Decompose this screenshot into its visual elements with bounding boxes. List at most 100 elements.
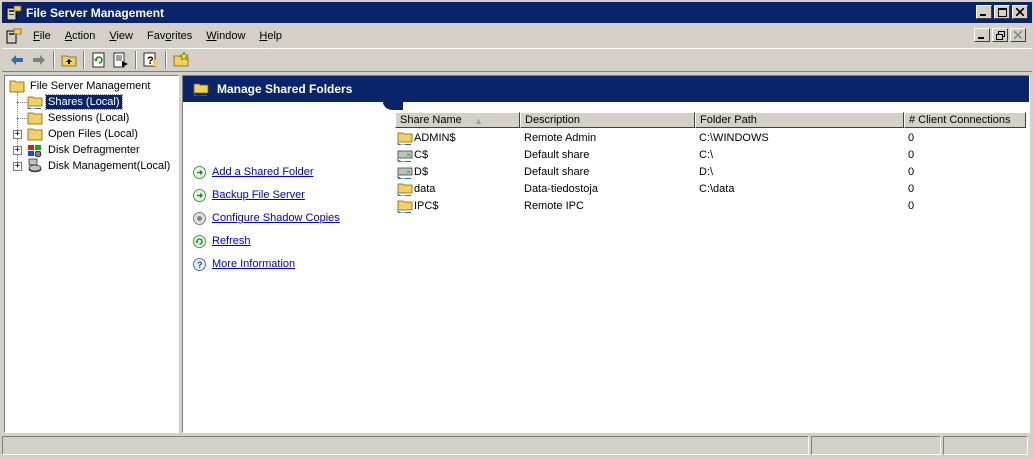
refresh-button[interactable] xyxy=(88,50,110,70)
task-link[interactable]: Refresh xyxy=(212,235,251,247)
child-restore-button[interactable] xyxy=(992,28,1008,42)
menu-view[interactable]: View xyxy=(102,30,140,42)
new-window-button[interactable] xyxy=(170,50,192,70)
shared-folder-icon xyxy=(397,200,413,213)
table-row[interactable]: data Data-tiedostoja C:\data 0 xyxy=(395,180,1026,197)
shared-drive-icon xyxy=(397,167,413,179)
task-backup-file-server[interactable]: Backup File Server xyxy=(193,187,305,203)
toolbar-separator xyxy=(135,51,137,69)
tree-item-sessions[interactable]: Sessions (Local) xyxy=(27,110,131,126)
toolbar-separator xyxy=(83,51,85,69)
column-header-description[interactable]: Description xyxy=(520,112,695,128)
minimize-button[interactable] xyxy=(976,5,992,19)
expand-disk-defragmenter[interactable]: + xyxy=(13,146,22,155)
cell-description: Default share xyxy=(524,148,590,161)
task-add-shared-folder[interactable]: Add a Shared Folder xyxy=(193,164,314,180)
column-headers: Share Name ▲ Description Folder Path # C… xyxy=(395,112,1026,128)
up-one-level-button[interactable] xyxy=(58,50,80,70)
cell-description: Remote Admin xyxy=(524,131,597,144)
cell-description: Data-tiedostoja xyxy=(524,182,598,195)
help-button[interactable]: ? xyxy=(140,50,162,70)
help-icon: ? xyxy=(193,257,206,271)
column-header-client-connections[interactable]: # Client Connections xyxy=(904,112,1026,128)
menu-bar: File Action View Favorites Window Help xyxy=(2,25,1032,47)
tree-item-disk-management[interactable]: Disk Management(Local) xyxy=(27,158,172,174)
file-server-app-icon xyxy=(6,5,22,20)
task-configure-shadow-copies[interactable]: Configure Shadow Copies xyxy=(193,210,340,226)
console-tree[interactable]: File Server Management Shares (Local) Se… xyxy=(4,75,179,433)
shared-folder-icon xyxy=(193,83,209,96)
status-panel-3 xyxy=(943,436,1028,455)
folder-icon xyxy=(9,80,25,93)
close-button[interactable] xyxy=(1012,5,1028,19)
defragmenter-icon xyxy=(28,145,42,158)
toolbar-separator xyxy=(53,51,55,69)
sort-ascending-icon: ▲ xyxy=(474,116,483,126)
details-pane: Manage Shared Folders Add a Shared Folde… xyxy=(182,75,1030,433)
task-link[interactable]: Configure Shadow Copies xyxy=(212,212,340,224)
mmc-document-icon[interactable] xyxy=(6,28,22,44)
close-icon xyxy=(1016,8,1024,16)
table-row[interactable]: ADMIN$ Remote Admin C:\WINDOWS 0 xyxy=(395,129,1026,146)
table-row[interactable]: D$ Default share D:\ 0 xyxy=(395,163,1026,180)
column-header-folder-path[interactable]: Folder Path xyxy=(695,112,904,128)
share-name-text: C$ xyxy=(414,148,429,161)
expand-open-files[interactable]: + xyxy=(13,130,22,139)
cell-folder-path: C:\ xyxy=(699,148,714,161)
maximize-icon xyxy=(997,7,1007,17)
minimize-icon xyxy=(978,37,984,39)
folder-icon xyxy=(27,112,43,125)
tree-item-open-files[interactable]: Open Files (Local) xyxy=(27,126,140,142)
export-list-icon xyxy=(113,52,128,68)
shared-drive-icon xyxy=(397,150,413,162)
tree-item-disk-defragmenter[interactable]: Disk Defragmenter xyxy=(27,142,142,158)
table-row[interactable]: IPC$ Remote IPC 0 xyxy=(395,197,1026,214)
go-arrow-icon xyxy=(193,165,206,179)
share-name-text: D$ xyxy=(414,165,429,178)
cell-folder-path: C:\data xyxy=(699,182,735,195)
back-button[interactable] xyxy=(6,50,28,70)
tree-item-label: Open Files (Local) xyxy=(48,128,138,140)
maximize-button[interactable] xyxy=(994,5,1010,19)
restore-icon xyxy=(995,30,1005,40)
toolbar: ? xyxy=(2,48,1032,72)
cell-share-name: IPC$ xyxy=(395,198,520,214)
export-list-button[interactable] xyxy=(110,50,132,70)
child-close-button[interactable] xyxy=(1010,28,1026,42)
forward-button[interactable] xyxy=(28,50,50,70)
cell-client-connections: 0 xyxy=(908,182,915,195)
task-more-information[interactable]: ? More Information xyxy=(193,256,295,272)
tree-item-label: Disk Management(Local) xyxy=(48,160,171,172)
back-arrow-icon xyxy=(11,55,23,65)
task-link[interactable]: More Information xyxy=(212,258,295,270)
cell-share-name: D$ xyxy=(395,164,520,180)
tree-root-file-server-management[interactable]: File Server Management xyxy=(9,78,152,94)
menu-help[interactable]: Help xyxy=(252,30,289,42)
menu-favorites[interactable]: Favorites xyxy=(140,30,199,42)
task-refresh[interactable]: Refresh xyxy=(193,233,251,249)
child-minimize-button[interactable] xyxy=(974,28,990,42)
menu-action[interactable]: Action xyxy=(58,30,103,42)
shared-folder-icon xyxy=(397,132,413,145)
table-row[interactable]: C$ Default share C:\ 0 xyxy=(395,146,1026,163)
shared-folder-icon xyxy=(27,96,43,109)
minimize-icon xyxy=(980,14,986,16)
task-link[interactable]: Add a Shared Folder xyxy=(212,166,314,178)
application-window: File Server Management File Action View … xyxy=(0,0,1034,459)
menu-file[interactable]: File xyxy=(26,30,58,42)
tree-connector xyxy=(17,118,27,119)
up-one-level-icon xyxy=(61,55,77,67)
tree-item-shares[interactable]: Shares (Local) xyxy=(27,94,123,110)
shares-list[interactable]: Share Name ▲ Description Folder Path # C… xyxy=(395,112,1029,432)
title-bar[interactable]: File Server Management xyxy=(2,2,1032,23)
tree-item-label: Shares (Local) xyxy=(45,94,123,110)
expand-disk-management[interactable]: + xyxy=(13,162,22,171)
close-icon xyxy=(1014,31,1022,39)
status-bar xyxy=(2,436,1032,456)
cell-share-name: C$ xyxy=(395,147,520,163)
task-link[interactable]: Backup File Server xyxy=(212,189,305,201)
forward-arrow-icon xyxy=(33,55,45,65)
menu-window[interactable]: Window xyxy=(199,30,252,42)
column-header-share-name[interactable]: Share Name ▲ xyxy=(395,112,520,128)
share-name-text: ADMIN$ xyxy=(414,131,456,144)
